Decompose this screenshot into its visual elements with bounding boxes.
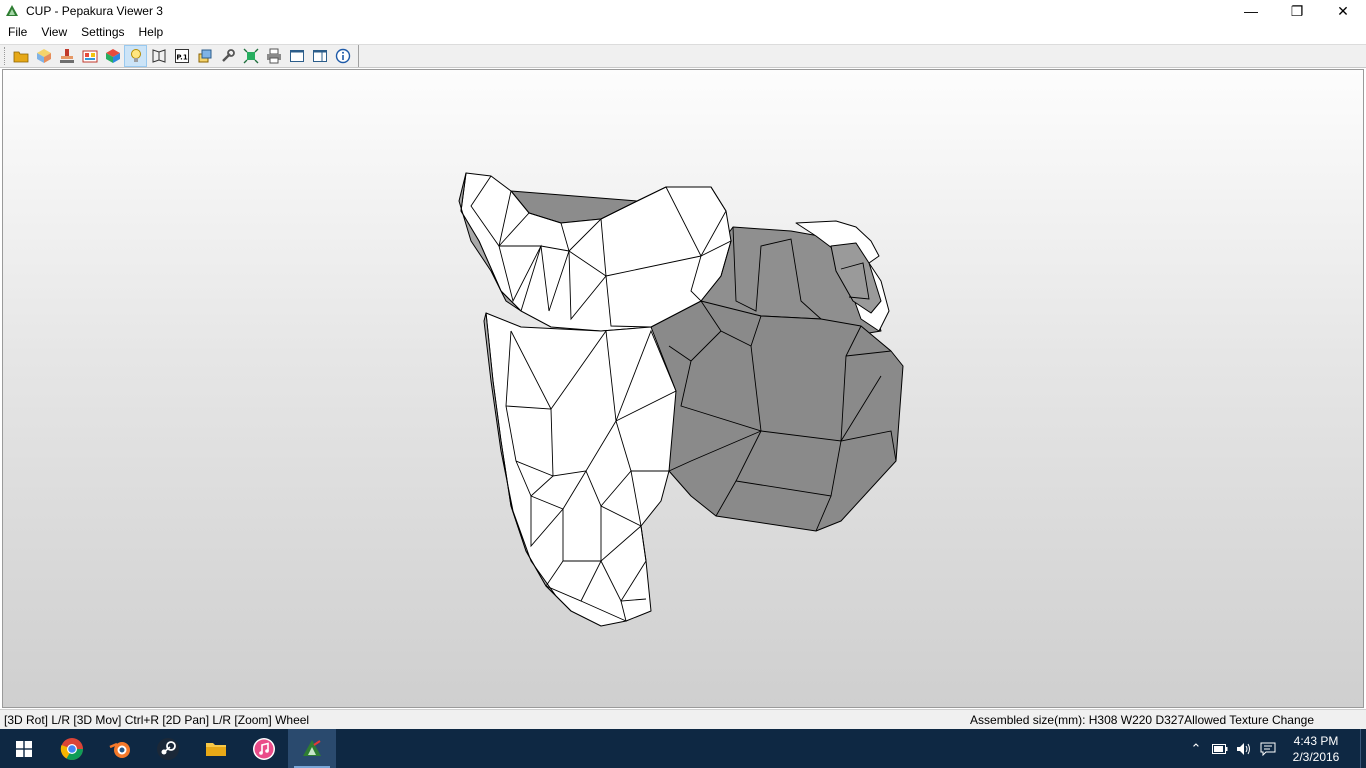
menu-bar: File View Settings Help — [0, 22, 1366, 42]
layers-button[interactable] — [193, 45, 216, 67]
file-explorer-icon — [206, 742, 226, 756]
pepakura-icon — [303, 739, 321, 756]
toolbar-grip[interactable] — [4, 47, 7, 65]
page-number-button[interactable]: P.1 — [170, 45, 193, 67]
page-number-label: P.1 — [176, 54, 188, 62]
minimize-icon: — — [1244, 3, 1258, 19]
color-button[interactable] — [101, 45, 124, 67]
steam-icon — [157, 737, 179, 760]
maximize-button[interactable]: ❐ — [1274, 0, 1320, 22]
taskbar-itunes[interactable] — [240, 729, 288, 768]
split-view-icon — [312, 50, 327, 62]
chevron-up-icon: ⌃ — [1190, 740, 1202, 756]
texture-icon — [82, 50, 97, 63]
taskbar-chrome[interactable] — [48, 729, 96, 768]
wrench-icon — [221, 49, 235, 62]
close-button[interactable]: ✕ — [1320, 0, 1366, 22]
menu-file[interactable]: File — [1, 22, 34, 42]
taskbar-file-explorer[interactable] — [192, 729, 240, 768]
menu-help[interactable]: Help — [132, 22, 171, 42]
texture-button[interactable] — [78, 45, 101, 67]
assembly-icon — [243, 48, 258, 64]
tray-battery[interactable] — [1208, 729, 1232, 768]
window-controls: — ❐ ✕ — [1228, 0, 1366, 22]
title-bar: CUP - Pepakura Viewer 3 — ❐ ✕ — [0, 0, 1366, 22]
about-button[interactable] — [331, 45, 354, 67]
single-view-icon — [289, 50, 304, 62]
mesh-lower-body — [485, 312, 677, 627]
single-view-button[interactable] — [285, 45, 308, 67]
clock-time: 4:43 PM — [1293, 733, 1339, 748]
close-icon: ✕ — [1337, 2, 1349, 19]
maximize-icon: ❐ — [1290, 2, 1304, 19]
split-view-button[interactable] — [308, 45, 331, 67]
info-icon — [335, 48, 350, 64]
taskbar-blender[interactable] — [96, 729, 144, 768]
3d-view-button[interactable] — [32, 45, 55, 67]
taskbar-steam[interactable] — [144, 729, 192, 768]
3d-box-icon — [36, 49, 51, 63]
status-bar: [3D Rot] L/R [3D Mov] Ctrl+R [2D Pan] L/… — [0, 709, 1366, 729]
windows-icon — [16, 740, 32, 757]
start-button[interactable] — [0, 729, 48, 768]
printer-icon — [266, 48, 281, 64]
taskbar: ⌃ 4:43 PM 2/3/2016 — [0, 729, 1366, 768]
chrome-icon — [60, 737, 83, 760]
blender-icon — [109, 741, 130, 758]
lighting-button[interactable] — [124, 45, 147, 67]
3d-model-mesh[interactable] — [3, 70, 1364, 708]
taskbar-clock[interactable]: 4:43 PM 2/3/2016 — [1280, 733, 1352, 765]
pepakura-app-icon — [6, 5, 18, 16]
stamp-button[interactable] — [55, 45, 78, 67]
toolbar-divider — [358, 45, 359, 67]
notification-icon — [1260, 742, 1276, 756]
mesh-dark-cup-body — [650, 300, 904, 532]
status-assembled-size: Assembled size(mm): H308 W220 D327Allowe… — [970, 712, 1314, 727]
stamp-icon — [59, 49, 74, 63]
window-title: CUP - Pepakura Viewer 3 — [26, 4, 163, 18]
tray-chevron[interactable]: ⌃ — [1184, 729, 1208, 768]
3d-viewport[interactable] — [2, 69, 1364, 708]
itunes-icon — [253, 737, 275, 760]
volume-icon — [1237, 742, 1250, 755]
tray-volume[interactable] — [1232, 729, 1256, 768]
toolbar: P.1 — [0, 44, 1366, 68]
lightbulb-icon — [130, 49, 141, 62]
assembly-button[interactable] — [239, 45, 262, 67]
minimize-button[interactable]: — — [1228, 0, 1274, 22]
settings-button[interactable] — [216, 45, 239, 67]
menu-view[interactable]: View — [34, 22, 74, 42]
open-folder-icon — [13, 51, 28, 63]
print-button[interactable] — [262, 45, 285, 67]
system-tray: ⌃ 4:43 PM 2/3/2016 — [1184, 729, 1366, 768]
color-cube-icon — [105, 49, 120, 63]
menu-settings[interactable]: Settings — [74, 22, 131, 42]
wireframe-button[interactable] — [147, 45, 170, 67]
layers-icon — [198, 49, 211, 63]
show-desktop-button[interactable] — [1360, 729, 1366, 768]
open-button[interactable] — [9, 45, 32, 67]
page-number-icon: P.1 — [174, 49, 189, 63]
taskbar-pepakura[interactable] — [288, 729, 336, 768]
tray-notifications[interactable] — [1256, 729, 1280, 768]
clock-date: 2/3/2016 — [1292, 749, 1340, 764]
status-controls-hint: [3D Rot] L/R [3D Mov] Ctrl+R [2D Pan] L/… — [4, 712, 310, 727]
battery-icon — [1212, 743, 1228, 754]
wireframe-icon — [152, 49, 165, 63]
